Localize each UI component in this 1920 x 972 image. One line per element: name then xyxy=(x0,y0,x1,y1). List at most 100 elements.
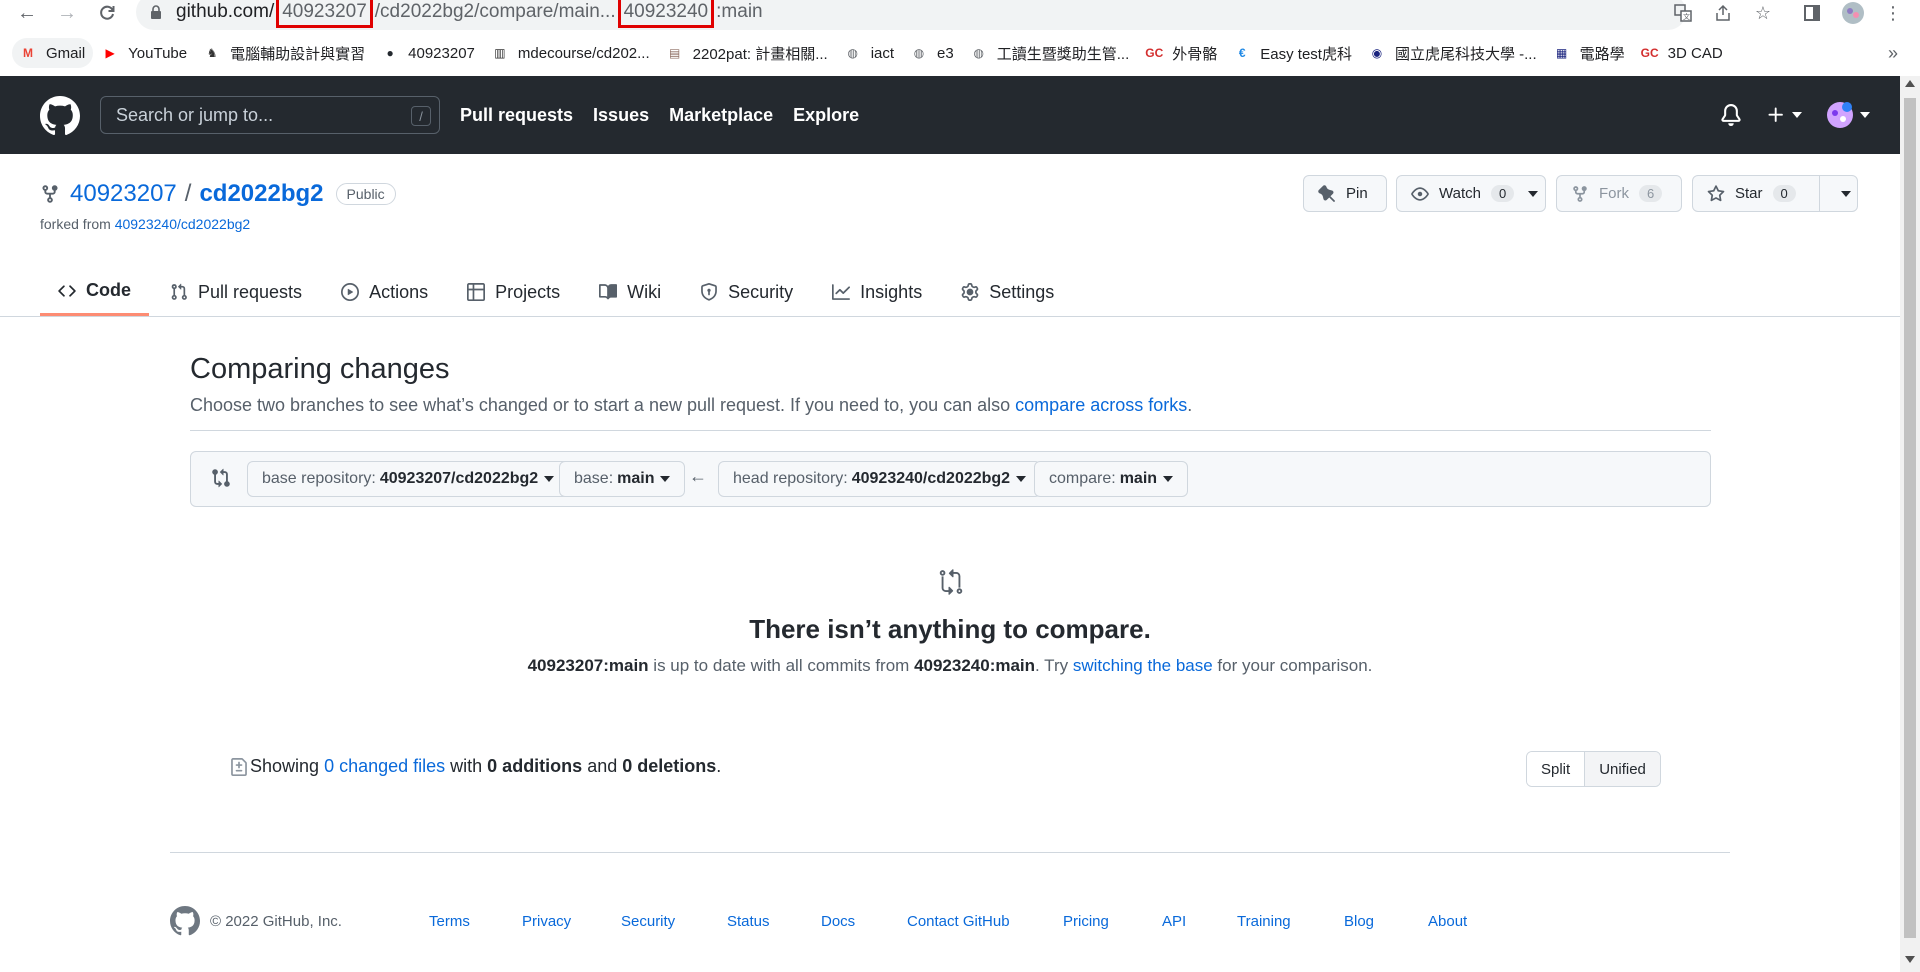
compare-branch-select[interactable]: compare: main xyxy=(1034,461,1189,497)
footer-link-training[interactable]: Training xyxy=(1237,913,1291,930)
bookmark-item[interactable]: ◍ iact xyxy=(837,38,902,68)
bookmark-item[interactable]: ◍ e3 xyxy=(903,38,962,68)
table-icon xyxy=(467,283,486,301)
user-avatar[interactable] xyxy=(1826,101,1854,129)
gc-icon: GC xyxy=(1145,46,1164,60)
footer-link-status[interactable]: Status xyxy=(727,913,770,930)
footer-link-security[interactable]: Security xyxy=(621,913,675,930)
globe-icon: ◍ xyxy=(973,46,984,60)
avatar-caret-icon[interactable] xyxy=(1860,112,1870,118)
bookmark-item[interactable]: M Gmail xyxy=(12,38,94,68)
footer-link-privacy[interactable]: Privacy xyxy=(522,913,571,930)
footer-link-docs[interactable]: Docs xyxy=(821,913,855,930)
bookmark-label: 40923207 xyxy=(408,44,475,62)
bookmark-item[interactable]: ▥ mdecourse/cd202... xyxy=(484,38,658,68)
scrollbar-thumb[interactable] xyxy=(1904,98,1916,938)
url-field[interactable]: github.com/40923207/cd2022bg2/compare/ma… xyxy=(136,0,1686,30)
fork-label: Fork xyxy=(1599,185,1629,202)
star-count: 0 xyxy=(1772,185,1796,202)
forward-icon[interactable]: → xyxy=(54,0,80,26)
bookmark-label: iact xyxy=(870,44,895,62)
tab-projects[interactable]: Projects xyxy=(449,268,578,316)
forked-from-link[interactable]: 40923240/cd2022bg2 xyxy=(115,216,250,232)
bookmark-item[interactable]: ◍ 工讀生暨獎助生管... xyxy=(963,38,1138,68)
tab-pull-requests-label: Pull requests xyxy=(198,281,303,302)
sidepanel-icon[interactable] xyxy=(1799,0,1825,26)
nav-marketplace[interactable]: Marketplace xyxy=(669,105,773,126)
profile-avatar[interactable] xyxy=(1840,0,1866,26)
pin-button[interactable]: Pin xyxy=(1303,175,1387,212)
base-branch-select[interactable]: base: main xyxy=(559,461,686,497)
tab-pull-requests[interactable]: Pull requests xyxy=(152,268,320,316)
bookmark-item[interactable]: ▦ 電路學 xyxy=(1546,38,1633,68)
changed-files-link[interactable]: 0 changed files xyxy=(324,756,445,777)
shield-icon xyxy=(701,283,717,301)
bookmark-label: e3 xyxy=(937,44,954,62)
search-placeholder: Search or jump to... xyxy=(116,104,274,125)
footer-link-about[interactable]: About xyxy=(1428,913,1467,930)
footer-link-contact[interactable]: Contact GitHub xyxy=(907,913,1010,930)
bookmark-item[interactable]: ▤ 2202pat: 計畫相關... xyxy=(659,38,836,68)
base-repository-select[interactable]: base repository: 40923207/cd2022bg2 xyxy=(247,461,570,497)
tab-actions-label: Actions xyxy=(369,281,429,302)
github-logo-icon[interactable] xyxy=(40,96,80,136)
page-scrollbar[interactable] xyxy=(1900,76,1920,972)
bookmarks-bar: M Gmail ▶ YouTube ♞ 電腦輔助設計與實習 ● 40923207 ▥ mdecou… xyxy=(0,36,1920,70)
plus-caret-icon[interactable] xyxy=(1792,112,1802,118)
unified-button[interactable]: Unified xyxy=(1585,752,1660,786)
menu-kebab-icon[interactable]: ⋮ xyxy=(1880,0,1906,26)
head-repository-select[interactable]: head repository: 40923240/cd2022bg2 xyxy=(718,461,1042,497)
watch-button[interactable]: Watch 0 xyxy=(1396,175,1546,212)
nav-explore[interactable]: Explore xyxy=(793,105,859,126)
bookmark-star-icon[interactable]: ☆ xyxy=(1750,0,1776,26)
forked-from-label: forked from xyxy=(40,216,111,232)
tab-code[interactable]: Code xyxy=(40,268,149,316)
book-icon xyxy=(599,284,618,300)
bookmark-item[interactable]: GC 外骨骼 xyxy=(1138,38,1225,68)
github-footer-logo-icon[interactable] xyxy=(170,906,200,936)
tab-settings[interactable]: Settings xyxy=(943,268,1072,316)
star-list-caret-icon[interactable] xyxy=(1841,191,1851,197)
switching-the-base-link[interactable]: switching the base xyxy=(1073,656,1213,675)
bookmark-item[interactable]: € Easy test虎科 xyxy=(1226,38,1360,68)
search-input[interactable]: Search or jump to... / xyxy=(100,96,440,134)
scroll-up-arrow-icon[interactable] xyxy=(1905,80,1915,87)
base-repository-label: base repository: xyxy=(262,470,376,487)
tab-actions[interactable]: Actions xyxy=(323,268,446,316)
play-icon xyxy=(341,283,360,301)
compare-description-end: . xyxy=(1187,395,1193,415)
bookmark-item[interactable]: ◉ 國立虎尾科技大學 -... xyxy=(1361,38,1545,68)
bookmark-item[interactable]: ● 40923207 xyxy=(374,38,483,68)
watch-caret-icon[interactable] xyxy=(1528,190,1539,197)
share-icon[interactable] xyxy=(1710,0,1736,26)
reload-icon[interactable] xyxy=(94,0,120,26)
repo-name-link[interactable]: cd2022bg2 xyxy=(199,180,323,208)
footer-link-pricing[interactable]: Pricing xyxy=(1063,913,1109,930)
bookmarks-overflow-icon[interactable]: » xyxy=(1888,36,1898,70)
translate-icon[interactable]: 文 xyxy=(1670,0,1696,26)
header-nav: Pull requests Issues Marketplace Explore xyxy=(460,96,879,134)
plus-icon[interactable] xyxy=(1766,105,1786,125)
scroll-down-arrow-icon[interactable] xyxy=(1905,956,1915,963)
compare-description-text: Choose two branches to see what’s change… xyxy=(190,395,1016,415)
bell-icon[interactable] xyxy=(1720,104,1742,126)
star-button[interactable]: Star 0 xyxy=(1692,175,1858,212)
nav-pull-requests[interactable]: Pull requests xyxy=(460,105,573,126)
footer-link-blog[interactable]: Blog xyxy=(1344,913,1374,930)
compare-across-forks-link[interactable]: compare across forks xyxy=(1015,395,1187,415)
nav-issues[interactable]: Issues xyxy=(593,105,649,126)
tab-insights[interactable]: Insights xyxy=(814,268,940,316)
back-icon[interactable]: ← xyxy=(14,0,40,26)
nfu-icon: ◉ xyxy=(1371,46,1383,60)
watch-label: Watch xyxy=(1439,185,1481,202)
tab-security[interactable]: Security xyxy=(682,268,811,316)
fork-button[interactable]: Fork 6 xyxy=(1556,175,1682,212)
bookmark-item[interactable]: GC 3D CAD xyxy=(1634,38,1731,68)
footer-link-api[interactable]: API xyxy=(1162,913,1186,930)
bookmark-item[interactable]: ♞ 電腦輔助設計與實習 xyxy=(196,38,373,68)
split-button[interactable]: Split xyxy=(1527,752,1586,786)
bookmark-item[interactable]: ▶ YouTube xyxy=(94,38,195,68)
repo-owner-link[interactable]: 40923207 xyxy=(70,180,177,208)
tab-wiki[interactable]: Wiki xyxy=(581,268,679,316)
footer-link-terms[interactable]: Terms xyxy=(429,913,470,930)
